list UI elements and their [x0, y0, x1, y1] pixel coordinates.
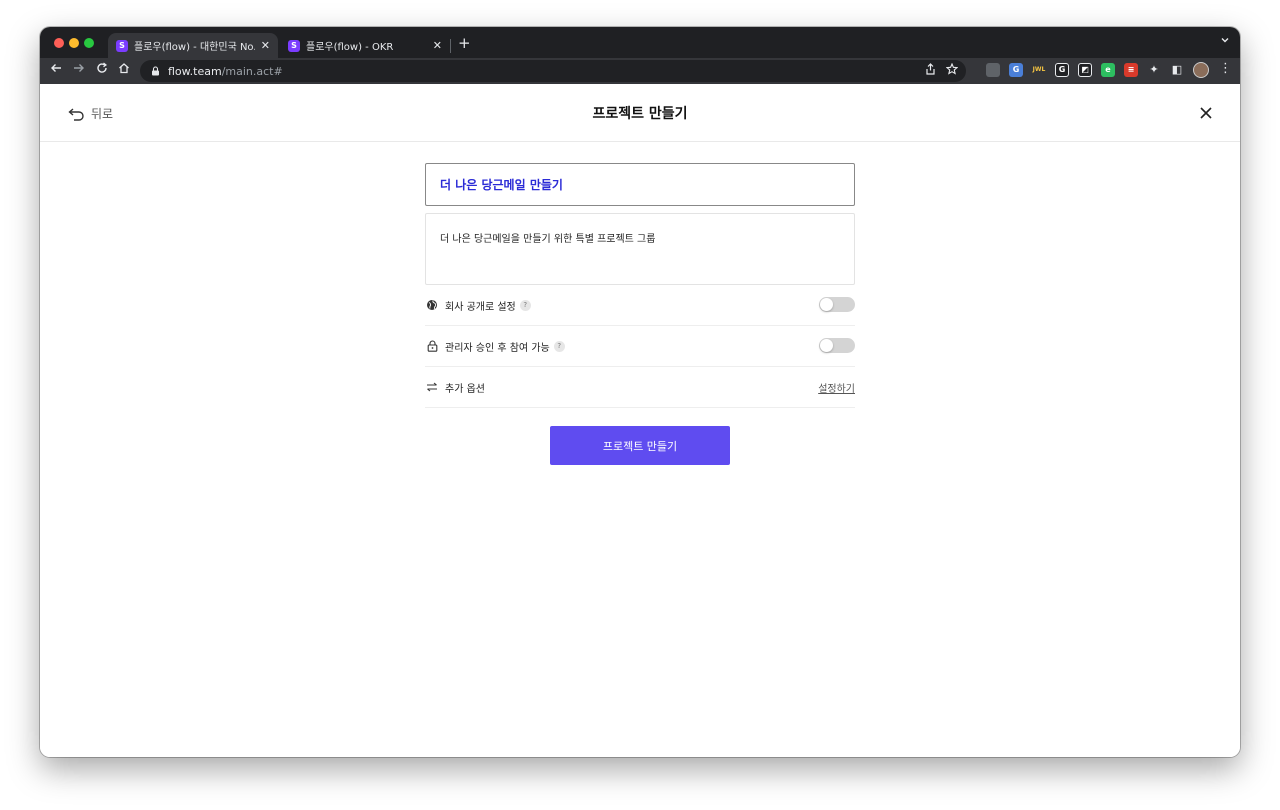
- help-icon[interactable]: ?: [519, 299, 531, 311]
- project-form: 더 나은 당근메일 만들기 더 나은 당근메일을 만들기 위한 특별 프로젝트 …: [425, 163, 855, 408]
- grammarly-icon[interactable]: G: [1055, 63, 1069, 77]
- translate-icon[interactable]: G: [1009, 63, 1023, 77]
- back-arrow-icon[interactable]: [50, 62, 62, 79]
- option-admin-approval: 관리자 승인 후 참여 가능 ?: [425, 326, 855, 367]
- share-icon[interactable]: [925, 63, 936, 78]
- tab-search-chevron-icon[interactable]: [1220, 35, 1230, 48]
- tab-flow-okr[interactable]: S 플로우(flow) - OKR ✕: [280, 33, 450, 58]
- globe-icon: [425, 298, 439, 312]
- url-path: /main.act#: [221, 64, 283, 78]
- reload-icon[interactable]: [96, 62, 108, 79]
- project-title-input[interactable]: 더 나은 당근메일 만들기: [425, 163, 855, 206]
- home-icon[interactable]: [118, 62, 130, 79]
- tab-flow-main[interactable]: S 플로우(flow) - 대한민국 No.1 올인 ✕: [108, 33, 278, 58]
- flow-favicon-icon: S: [288, 39, 300, 52]
- close-window-button[interactable]: [54, 38, 64, 48]
- stripe-extension-icon[interactable]: ≡: [1124, 63, 1138, 77]
- url-text: flow.team/main.act#: [168, 65, 283, 78]
- minimize-window-button[interactable]: [69, 38, 79, 48]
- forward-arrow-icon[interactable]: [73, 62, 85, 79]
- profile-avatar[interactable]: [1193, 62, 1209, 78]
- option-extra: 추가 옵션 설정하기: [425, 367, 855, 408]
- extensions-row: G JWL G ◩ e ≡ ✦ ◧: [986, 63, 1184, 77]
- tab-title: 플로우(flow) - 대한민국 No.1 올인: [134, 42, 255, 53]
- tab-divider: [450, 39, 451, 53]
- url-host: flow.team: [168, 64, 222, 78]
- help-icon[interactable]: ?: [553, 340, 565, 352]
- lock-icon: [425, 339, 439, 353]
- close-icon[interactable]: [1200, 104, 1212, 123]
- option-label: 회사 공개로 설정: [445, 301, 516, 313]
- bookmark-star-icon[interactable]: [945, 62, 959, 78]
- puzzle-icon[interactable]: ✦: [1147, 63, 1161, 77]
- tab-title: 플로우(flow) - OKR: [306, 42, 394, 53]
- maximize-window-button[interactable]: [84, 38, 94, 48]
- more-menu-icon[interactable]: ⋮: [1219, 61, 1232, 76]
- option-label: 관리자 승인 후 참여 가능: [445, 342, 550, 354]
- page-header: 뒤로 프로젝트 만들기: [40, 84, 1240, 142]
- option-label: 추가 옵션: [445, 383, 485, 395]
- company-public-toggle[interactable]: [819, 297, 855, 312]
- browser-toolbar: flow.team/main.act# G JWL G ◩ e ≡ ✦ ◧ ⋮: [40, 58, 1240, 84]
- tab-close-icon[interactable]: ✕: [261, 39, 270, 52]
- jwl-extension-icon[interactable]: JWL: [1032, 63, 1046, 77]
- toggle-knob: [820, 298, 833, 311]
- lock-icon[interactable]: [148, 66, 162, 76]
- tab-groups-icon[interactable]: [986, 63, 1000, 77]
- address-bar[interactable]: flow.team/main.act#: [140, 60, 966, 82]
- tab-strip: S 플로우(flow) - 대한민국 No.1 올인 ✕ S 플로우(flow)…: [40, 27, 1240, 58]
- extra-options-settings-link[interactable]: 설정하기: [818, 380, 855, 395]
- new-tab-button[interactable]: +: [458, 34, 471, 52]
- sidepanel-icon[interactable]: ◧: [1170, 63, 1184, 77]
- share-extension-icon[interactable]: ◩: [1078, 63, 1092, 77]
- flow-favicon-icon: S: [116, 39, 128, 52]
- admin-approval-toggle[interactable]: [819, 338, 855, 353]
- create-project-button[interactable]: 프로젝트 만들기: [550, 426, 730, 465]
- evernote-icon[interactable]: e: [1101, 63, 1115, 77]
- page-content: 뒤로 프로젝트 만들기 더 나은 당근메일 만들기 더 나은 당근메일을 만들기…: [40, 84, 1240, 757]
- toggle-knob: [820, 339, 833, 352]
- page-title: 프로젝트 만들기: [592, 106, 688, 122]
- tab-close-icon[interactable]: ✕: [433, 39, 442, 52]
- project-description-input[interactable]: 더 나은 당근메일을 만들기 위한 특별 프로젝트 그룹: [425, 213, 855, 285]
- browser-window: S 플로우(flow) - 대한민국 No.1 올인 ✕ S 플로우(flow)…: [40, 27, 1240, 757]
- option-company-public: 회사 공개로 설정 ?: [425, 285, 855, 326]
- swap-arrows-icon: [425, 380, 439, 394]
